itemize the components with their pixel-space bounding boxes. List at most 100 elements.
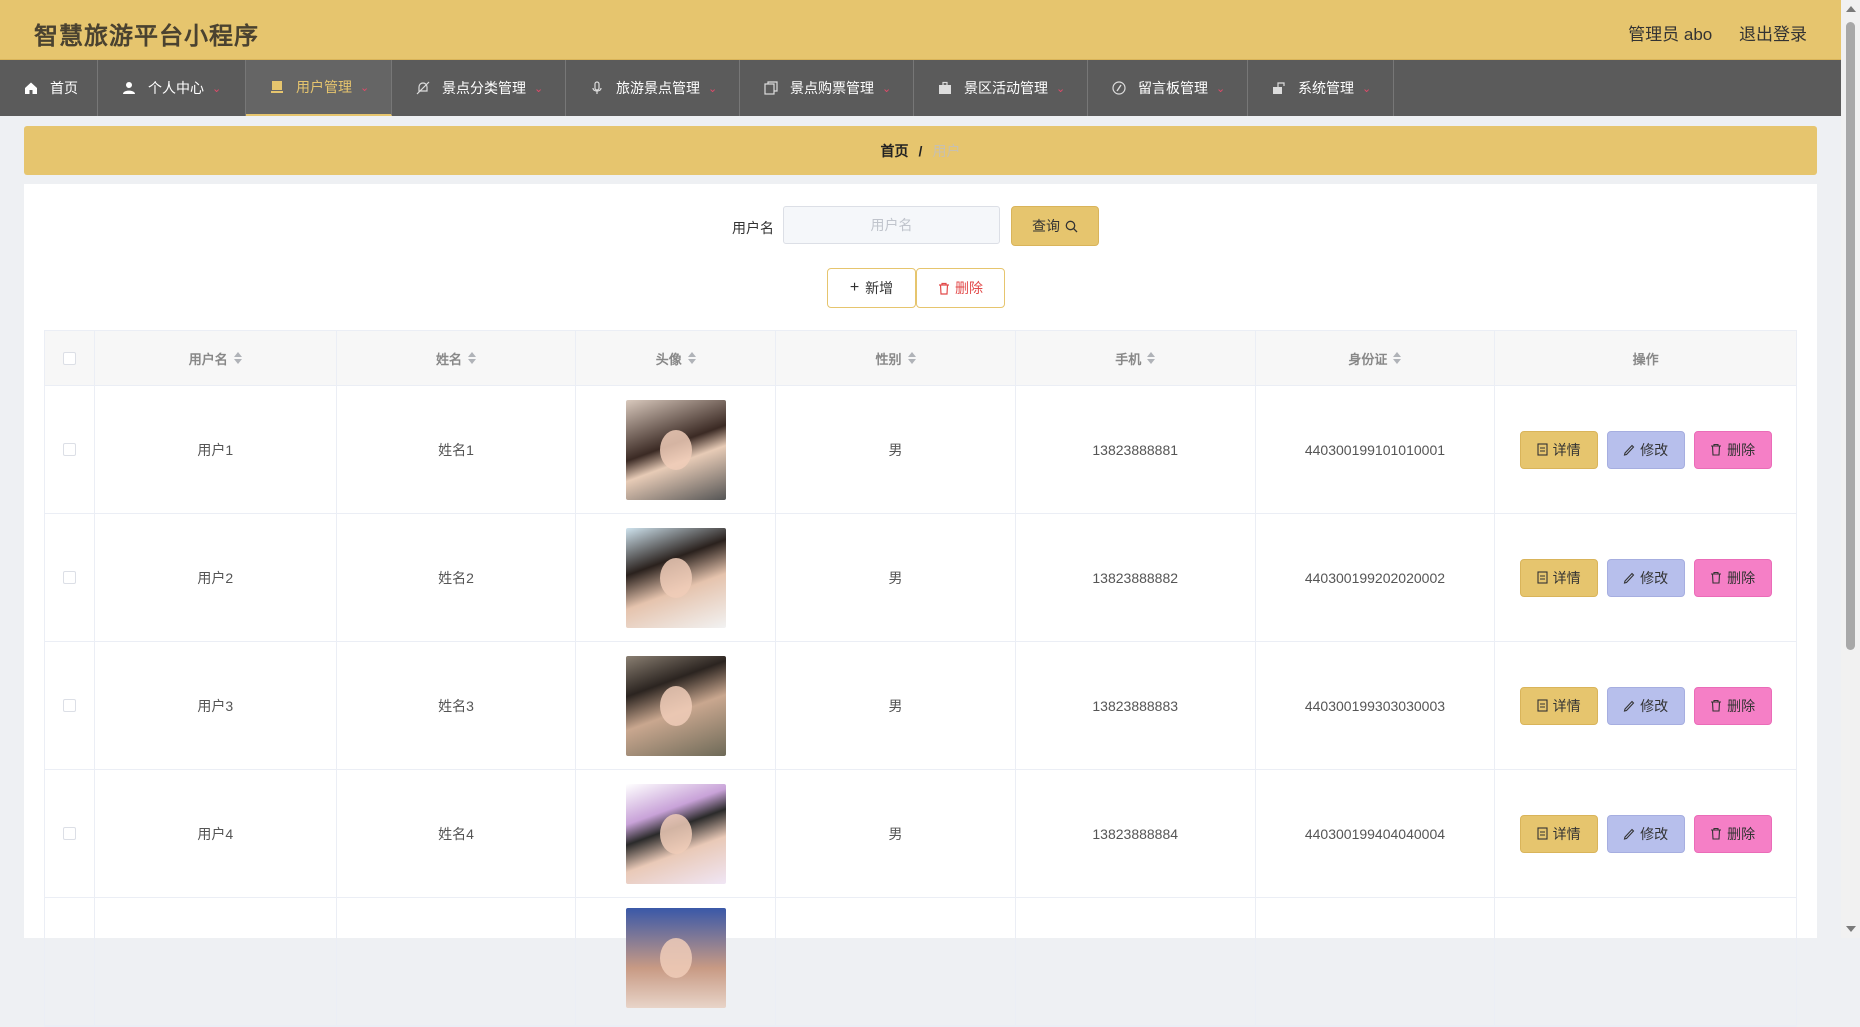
row-checkbox-cell (45, 514, 95, 641)
sort-icon (468, 352, 477, 364)
table-row: 用户2 姓名2 男 13823888882 440300199202020002… (45, 514, 1796, 642)
row-checkbox[interactable] (62, 827, 76, 840)
query-button-label: 查询 (1032, 218, 1060, 234)
cell-phone: 13823888884 (1016, 770, 1256, 897)
compass-icon (1112, 81, 1126, 95)
scroll-thumb[interactable] (1846, 22, 1855, 650)
nav-label: 首页 (50, 80, 78, 96)
table-row (45, 898, 1796, 1026)
header-label: 手机 (1115, 351, 1142, 367)
cell-gender: 男 (776, 770, 1016, 897)
nav-item-ticket-management[interactable]: 景点购票管理 ⌄ (740, 60, 914, 116)
delete-button[interactable]: 删除 (1693, 814, 1772, 853)
nav-item-activity-management[interactable]: 景区活动管理 ⌄ (914, 60, 1088, 116)
delete-button-label: 删除 (1727, 825, 1756, 842)
edit-button-label: 修改 (1640, 825, 1669, 842)
detail-button[interactable]: 详情 (1519, 430, 1598, 469)
nav-item-system-management[interactable]: 系统管理 ⌄ (1248, 60, 1394, 116)
edit-button[interactable]: 修改 (1606, 814, 1685, 853)
header-avatar[interactable]: 头像 (576, 331, 777, 385)
cell-name: 姓名3 (337, 642, 577, 769)
breadcrumb-home[interactable]: 首页 (881, 141, 909, 161)
edit-button[interactable]: 修改 (1606, 686, 1685, 725)
cell-actions (1495, 898, 1796, 1025)
app-header: 智慧旅游平台小程序 管理员 abo 退出登录 (0, 0, 1841, 60)
nav-label: 景区活动管理 (964, 80, 1048, 96)
table-row: 用户3 姓名3 男 13823888883 440300199303030003… (45, 642, 1796, 770)
edit-button[interactable]: 修改 (1606, 430, 1685, 469)
header-gender[interactable]: 性别 (776, 331, 1016, 385)
row-checkbox-cell (45, 642, 95, 769)
nav-item-category-management[interactable]: 景点分类管理 ⌄ (392, 60, 566, 116)
cell-avatar (576, 898, 777, 1025)
row-checkbox-cell (45, 898, 95, 1025)
pencil-icon (1623, 444, 1635, 456)
cell-phone (1016, 898, 1256, 1025)
nav-label: 系统管理 (1298, 80, 1354, 96)
document-icon (1537, 443, 1548, 456)
avatar[interactable] (625, 399, 726, 500)
cell-name: 姓名2 (337, 514, 577, 641)
detail-button-label: 详情 (1552, 569, 1581, 586)
avatar[interactable] (625, 527, 726, 628)
row-checkbox[interactable] (62, 699, 76, 712)
briefcase-icon (938, 81, 952, 95)
select-all-checkbox[interactable] (62, 351, 76, 365)
scroll-up-arrow[interactable] (1846, 6, 1856, 12)
user-table: 用户名 姓名 头像 性别 手机 身份证 操作 用户1 姓名1 男 1382388… (44, 330, 1797, 1027)
cell-id-card: 440300199404040004 (1256, 770, 1496, 897)
sort-icon (233, 352, 242, 364)
header-user-area: 管理员 abo 退出登录 (1606, 20, 1807, 45)
nav-item-home[interactable]: 首页 (0, 60, 98, 116)
cell-id-card: 440300199101010001 (1256, 386, 1496, 513)
query-button[interactable]: 查询 (1011, 206, 1099, 246)
add-button-label: 新增 (865, 280, 894, 296)
nav-item-scenic-spot-management[interactable]: 旅游景点管理 ⌄ (566, 60, 740, 116)
document-icon (1537, 827, 1548, 840)
nav-item-personal-center[interactable]: 个人中心 ⌄ (98, 60, 246, 116)
delete-button[interactable]: 删除 (1693, 686, 1772, 725)
document-icon (1537, 699, 1548, 712)
detail-button[interactable]: 详情 (1519, 558, 1598, 597)
edit-button[interactable]: 修改 (1606, 558, 1685, 597)
row-checkbox[interactable] (62, 571, 76, 584)
detail-button-label: 详情 (1552, 441, 1581, 458)
delete-button[interactable]: 删除 (1693, 558, 1772, 597)
sort-icon (1393, 352, 1402, 364)
header-name[interactable]: 姓名 (337, 331, 577, 385)
admin-label: 管理员 abo (1628, 25, 1713, 44)
edit-button-label: 修改 (1640, 569, 1669, 586)
cell-phone: 13823888881 (1016, 386, 1256, 513)
row-checkbox[interactable] (62, 443, 76, 456)
avatar[interactable] (625, 783, 726, 884)
cell-gender: 男 (776, 514, 1016, 641)
username-search-input[interactable] (783, 206, 1000, 244)
action-buttons: + 新增 删除 (24, 268, 1817, 308)
delete-button[interactable]: 删除 (1693, 430, 1772, 469)
header-username[interactable]: 用户名 (95, 331, 337, 385)
header-actions: 操作 (1495, 331, 1796, 385)
pencil-icon (1623, 828, 1635, 840)
detail-button[interactable]: 详情 (1519, 686, 1598, 725)
detail-button[interactable]: 详情 (1519, 814, 1598, 853)
header-label: 用户名 (188, 351, 228, 367)
search-icon (1065, 220, 1078, 233)
cell-id-card (1256, 898, 1496, 1025)
batch-delete-button[interactable]: 删除 (916, 268, 1005, 308)
nav-label: 留言板管理 (1138, 80, 1208, 96)
scroll-down-arrow[interactable] (1846, 926, 1856, 932)
header-phone[interactable]: 手机 (1016, 331, 1256, 385)
cell-gender: 男 (776, 642, 1016, 769)
add-button[interactable]: + 新增 (827, 268, 916, 308)
page-scrollbar[interactable] (1841, 0, 1860, 938)
header-id-card[interactable]: 身份证 (1256, 331, 1496, 385)
avatar[interactable] (625, 655, 726, 756)
logout-link[interactable]: 退出登录 (1739, 25, 1807, 44)
trash-icon (1711, 571, 1722, 584)
breadcrumb: 首页 / 用户 (24, 126, 1817, 175)
cell-name (337, 898, 577, 1025)
nav-item-user-management[interactable]: 用户管理 ⌄ (246, 60, 392, 116)
nav-item-message-board-management[interactable]: 留言板管理 ⌄ (1088, 60, 1248, 116)
nav-label: 景点分类管理 (442, 80, 526, 96)
avatar[interactable] (625, 908, 726, 1008)
